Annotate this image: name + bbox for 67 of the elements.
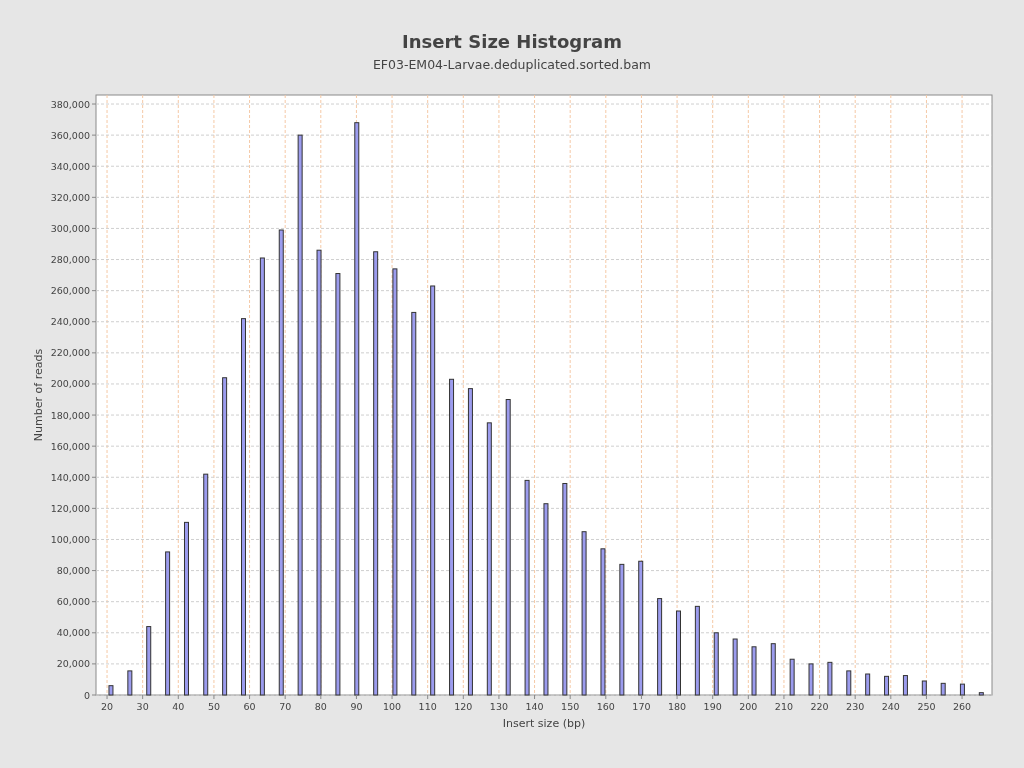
x-tick-label: 120 (454, 701, 473, 712)
y-tick-label: 120,000 (50, 502, 90, 514)
histogram-bar (732, 638, 738, 696)
x-tick-label: 70 (279, 701, 292, 712)
histogram-bar (978, 692, 984, 696)
y-tick-label: 240,000 (50, 316, 90, 328)
x-tick-label: 80 (314, 701, 327, 712)
x-tick-label: 130 (489, 701, 508, 712)
y-tick-label: 160,000 (50, 440, 90, 452)
histogram-bar (940, 682, 946, 696)
x-axis-title: Insert size (bp) (502, 717, 586, 730)
y-tick-label: 220,000 (50, 347, 90, 359)
x-tick-label: 210 (774, 701, 793, 712)
x-tick-label: 100 (383, 701, 402, 712)
y-tick-label: 0 (83, 689, 90, 701)
y-tick-label: 320,000 (50, 191, 90, 203)
x-tick-label: 50 (207, 701, 220, 712)
y-tick-label: 80,000 (56, 565, 90, 577)
x-tick-label: 170 (632, 701, 651, 712)
x-tick-label: 20 (101, 701, 114, 712)
histogram-bar (789, 658, 795, 696)
y-tick-label: 380,000 (50, 98, 90, 110)
histogram-bar (127, 670, 133, 696)
x-tick-label: 30 (136, 701, 149, 712)
y-tick-label: 260,000 (50, 285, 90, 297)
histogram-bar (713, 632, 719, 696)
y-tick-label: 200,000 (50, 378, 90, 390)
y-tick-label: 140,000 (50, 471, 90, 483)
histogram-bar (959, 683, 965, 696)
y-tick-label: 300,000 (50, 222, 90, 234)
histogram-bar (921, 680, 927, 696)
chart-subtitle: EF03-EM04-Larvae.deduplicated.sorted.bam (372, 57, 652, 73)
histogram-bar (770, 643, 776, 696)
x-tick-label: 190 (703, 701, 722, 712)
x-tick-label: 200 (739, 701, 758, 712)
histogram-bar (146, 626, 152, 696)
y-tick-label: 100,000 (50, 534, 90, 545)
x-tick-label: 230 (846, 701, 865, 712)
x-tick-label: 150 (561, 701, 580, 712)
x-tick-label: 160 (596, 701, 615, 712)
histogram-bar (846, 670, 852, 696)
x-tick-label: 40 (172, 701, 185, 712)
y-tick-label: 280,000 (50, 254, 90, 266)
histogram-bar (865, 673, 871, 696)
histogram-bar (108, 685, 114, 696)
x-tick-label: 60 (243, 701, 256, 712)
x-tick-label: 90 (350, 701, 363, 712)
x-tick-label: 250 (917, 701, 936, 712)
x-tick-label: 260 (953, 701, 972, 712)
x-tick-label: 180 (668, 701, 687, 712)
y-axis-title: Number of reads (32, 348, 45, 442)
y-tick-label: 60,000 (56, 596, 90, 608)
x-tick-label: 140 (525, 701, 544, 712)
chart-title: Insert Size Histogram (402, 31, 622, 53)
x-tick-label: 110 (418, 701, 437, 712)
histogram-bar (902, 675, 908, 696)
histogram-bar (808, 663, 814, 696)
histogram-bar (827, 661, 833, 696)
y-tick-label: 340,000 (50, 160, 90, 172)
x-tick-label: 240 (881, 701, 900, 712)
histogram-bar (884, 675, 890, 696)
y-tick-label: 40,000 (56, 627, 90, 639)
x-tick-label: 220 (810, 701, 829, 712)
y-tick-label: 180,000 (50, 409, 90, 421)
y-tick-label: 20,000 (56, 658, 90, 670)
histogram-bar (751, 646, 757, 696)
y-tick-label: 360,000 (50, 129, 90, 141)
